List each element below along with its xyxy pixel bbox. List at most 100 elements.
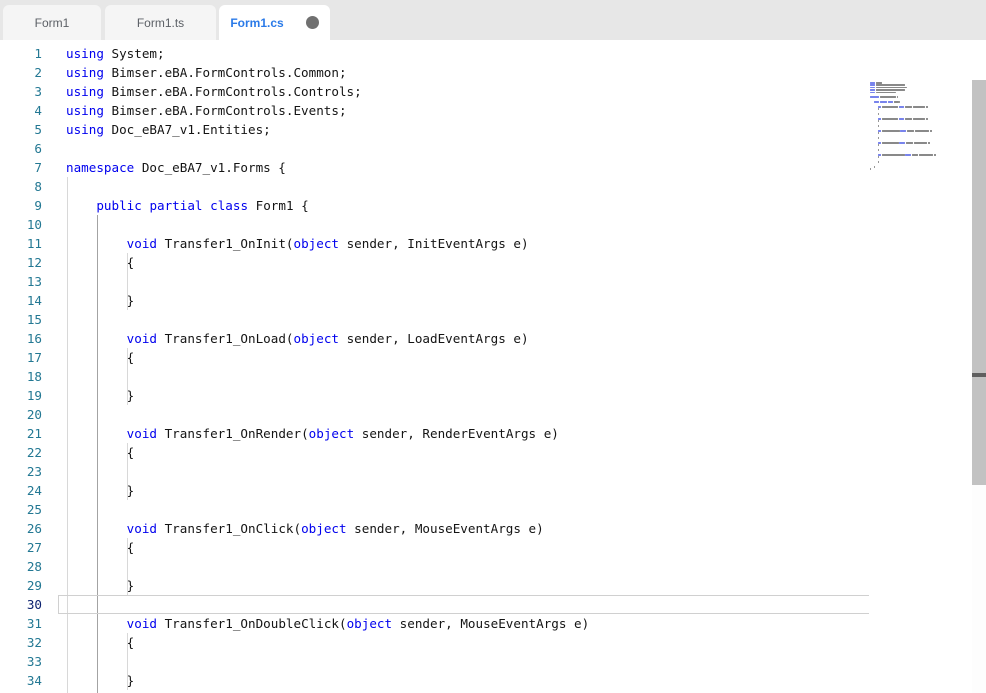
code-token-keyword: using — [66, 103, 104, 118]
line-number[interactable]: 26 — [0, 519, 42, 538]
code-line[interactable]: { — [66, 633, 134, 652]
line-number[interactable]: 10 — [0, 215, 42, 234]
minimap-line — [930, 130, 932, 132]
code-token-keyword: using — [66, 65, 104, 80]
minimap-line — [913, 118, 925, 120]
code-token: Doc_eBA7_v1.Forms { — [134, 160, 286, 175]
code-line[interactable]: } — [66, 671, 134, 690]
line-number[interactable]: 19 — [0, 386, 42, 405]
code-line[interactable]: { — [66, 253, 134, 272]
line-number[interactable]: 20 — [0, 405, 42, 424]
code-line[interactable]: using Bimser.eBA.FormControls.Common; — [66, 63, 347, 82]
minimap-line — [880, 96, 896, 98]
minimap-line — [934, 154, 936, 156]
line-number[interactable]: 16 — [0, 329, 42, 348]
minimap-line — [878, 149, 879, 151]
minimap-line — [897, 96, 898, 98]
code-token: { — [66, 255, 134, 270]
line-number[interactable]: 30 — [0, 595, 42, 614]
vertical-scrollbar[interactable] — [972, 80, 986, 693]
code-line[interactable]: void Transfer1_OnDoubleClick(object send… — [66, 614, 589, 633]
code-line[interactable]: { — [66, 538, 134, 557]
code-token-keyword: void — [127, 426, 157, 441]
minimap-line — [876, 89, 905, 91]
line-number[interactable]: 13 — [0, 272, 42, 291]
minimap-line — [894, 101, 899, 103]
code-line[interactable]: using Bimser.eBA.FormControls.Events; — [66, 101, 347, 120]
code-line[interactable]: { — [66, 443, 134, 462]
line-number[interactable]: 7 — [0, 158, 42, 177]
line-number[interactable]: 29 — [0, 576, 42, 595]
code-line[interactable]: using System; — [66, 44, 165, 63]
line-number[interactable]: 28 — [0, 557, 42, 576]
code-line[interactable]: } — [66, 576, 134, 595]
tab-form1-ts[interactable]: Form1.ts — [105, 5, 216, 40]
code-token — [66, 426, 127, 441]
minimap-line — [870, 89, 875, 91]
line-number[interactable]: 6 — [0, 139, 42, 158]
code-line[interactable]: public partial class Form1 { — [66, 196, 309, 215]
line-number[interactable]: 24 — [0, 481, 42, 500]
code-token: Transfer1_OnClick( — [157, 521, 301, 536]
code-line[interactable]: } — [66, 386, 134, 405]
code-token-keyword: object — [309, 426, 355, 441]
line-number[interactable]: 21 — [0, 424, 42, 443]
line-number[interactable]: 33 — [0, 652, 42, 671]
line-number[interactable]: 22 — [0, 443, 42, 462]
line-number[interactable]: 32 — [0, 633, 42, 652]
line-number[interactable]: 8 — [0, 177, 42, 196]
line-number[interactable]: 11 — [0, 234, 42, 253]
line-number[interactable]: 1 — [0, 44, 42, 63]
minimap-line — [899, 118, 905, 120]
line-number[interactable]: 34 — [0, 671, 42, 690]
line-number[interactable]: 2 — [0, 63, 42, 82]
code-line[interactable]: void Transfer1_OnClick(object sender, Mo… — [66, 519, 544, 538]
line-number[interactable]: 9 — [0, 196, 42, 215]
line-number[interactable]: 18 — [0, 367, 42, 386]
minimap-line — [878, 125, 879, 127]
line-number[interactable]: 17 — [0, 348, 42, 367]
code-line[interactable]: using Doc_eBA7_v1.Entities; — [66, 120, 271, 139]
code-line[interactable]: void Transfer1_OnRender(object sender, R… — [66, 424, 559, 443]
line-number[interactable]: 14 — [0, 291, 42, 310]
code-token: System; — [104, 46, 165, 61]
code-token: Doc_eBA7_v1.Entities; — [104, 122, 271, 137]
minimap-line — [878, 154, 882, 156]
line-number[interactable]: 12 — [0, 253, 42, 272]
line-number[interactable]: 31 — [0, 614, 42, 633]
minimap-line — [928, 142, 930, 144]
code-line[interactable]: } — [66, 291, 134, 310]
code-token — [66, 198, 96, 213]
tab-form1[interactable]: Form1 — [3, 5, 101, 40]
code-token: Transfer1_OnDoubleClick( — [157, 616, 347, 631]
code-token-keyword: partial — [149, 198, 202, 213]
editor-surface[interactable]: 1234567891011121314151617181920212223242… — [0, 40, 986, 693]
code-line[interactable]: namespace Doc_eBA7_v1.Forms { — [66, 158, 286, 177]
minimap-line — [882, 154, 905, 156]
minimap-line — [888, 101, 893, 103]
line-number[interactable]: 5 — [0, 120, 42, 139]
minimap-line — [926, 106, 928, 108]
code-line[interactable]: void Transfer1_OnInit(object sender, Ini… — [66, 234, 529, 253]
minimap[interactable] — [868, 80, 972, 693]
line-number[interactable]: 27 — [0, 538, 42, 557]
code-line[interactable]: using Bimser.eBA.FormControls.Controls; — [66, 82, 362, 101]
line-number[interactable]: 4 — [0, 101, 42, 120]
code-token-keyword: void — [127, 331, 157, 346]
line-number[interactable]: 23 — [0, 462, 42, 481]
code-line[interactable]: } — [66, 481, 134, 500]
code-token — [66, 521, 127, 536]
code-token-keyword: public — [96, 198, 142, 213]
scrollbar-thumb[interactable] — [972, 80, 986, 485]
tab-form1-cs[interactable]: Form1.cs — [219, 5, 330, 40]
minimap-line — [905, 154, 911, 156]
minimap-line — [899, 106, 905, 108]
code-token — [66, 236, 127, 251]
line-number[interactable]: 25 — [0, 500, 42, 519]
line-number[interactable]: 3 — [0, 82, 42, 101]
code-token: { — [66, 540, 134, 555]
code-line[interactable]: void Transfer1_OnLoad(object sender, Loa… — [66, 329, 529, 348]
line-number[interactable]: 15 — [0, 310, 42, 329]
code-token — [66, 331, 127, 346]
code-line[interactable]: { — [66, 348, 134, 367]
